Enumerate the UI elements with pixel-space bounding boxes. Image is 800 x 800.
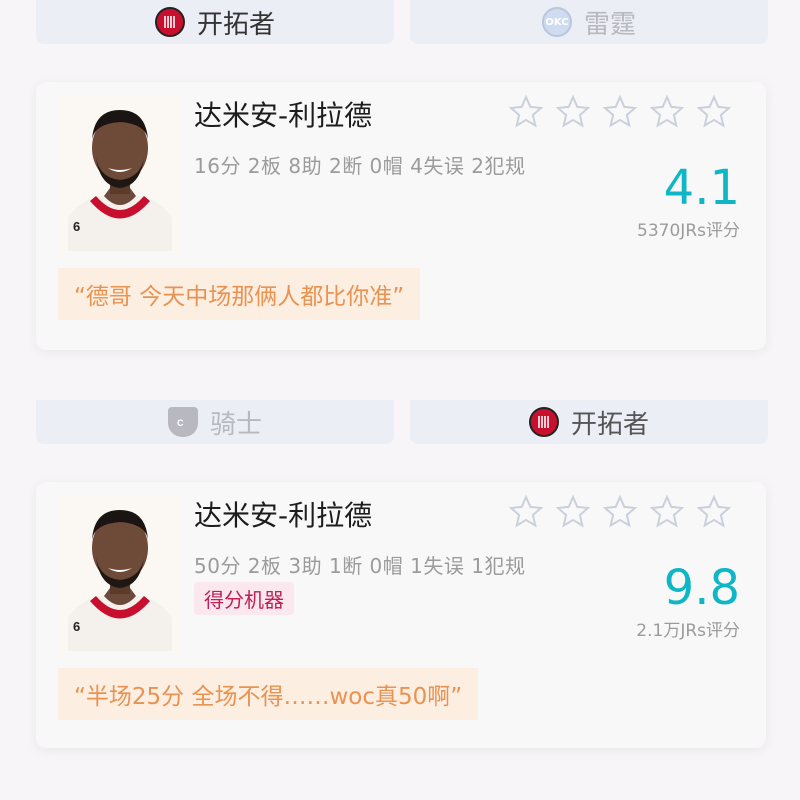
team-name: 雷霆 <box>583 9 636 40</box>
star-icon[interactable] <box>602 494 638 530</box>
player-photo: 6 <box>60 496 180 651</box>
vote-count: 2.1万JRs评分 <box>636 621 740 641</box>
average-score: 4.1 <box>663 160 740 216</box>
player-rating-card[interactable]: 6 达米安-利拉德 50分 2板 3助 1断 0帽 1失误 1犯规 得分机器 9… <box>36 482 766 748</box>
star-icon[interactable] <box>555 94 591 130</box>
team-tab-blazers[interactable]: 开拓者 <box>36 0 394 44</box>
thunder-logo-icon: OKC <box>541 7 572 37</box>
star-rating-input[interactable] <box>508 94 732 130</box>
rating-section-1: 开拓者 OKC 雷霆 6 达米安-利拉德 16分 2板 8助 2断 0帽 4失误… <box>0 0 800 370</box>
team-name: 开拓者 <box>570 409 649 440</box>
star-icon[interactable] <box>555 494 591 530</box>
star-icon[interactable] <box>508 494 544 530</box>
star-rating-input[interactable] <box>508 494 732 530</box>
star-icon[interactable] <box>696 94 732 130</box>
average-score: 9.8 <box>663 560 740 616</box>
star-icon[interactable] <box>508 94 544 130</box>
star-icon[interactable] <box>696 494 732 530</box>
vote-count: 5370JRs评分 <box>637 221 740 241</box>
player-rating-card[interactable]: 6 达米安-利拉德 16分 2板 8助 2断 0帽 4失误 2犯规 4.1 53… <box>36 82 766 350</box>
player-name: 达米安-利拉德 <box>194 99 373 132</box>
svg-text:C: C <box>177 418 184 428</box>
team-name: 开拓者 <box>196 9 275 40</box>
top-comment[interactable]: “德哥 今天中场那俩人都比你准” <box>58 268 421 320</box>
svg-text:6: 6 <box>73 219 80 234</box>
player-stats: 50分 2板 3助 1断 0帽 1失误 1犯规 <box>194 554 526 578</box>
player-stats: 16分 2板 8助 2断 0帽 4失误 2犯规 <box>194 154 526 178</box>
player-name: 达米安-利拉德 <box>194 499 373 532</box>
blazers-logo-icon <box>528 407 559 437</box>
rating-section-2: C 骑士 开拓者 6 达米安-利拉德 50分 2板 3助 1断 0帽 1失误 1… <box>0 400 800 760</box>
blazers-logo-icon <box>154 7 185 37</box>
team-tab-blazers[interactable]: 开拓者 <box>410 400 768 444</box>
top-comment[interactable]: “半场25分 全场不得……woc真50啊” <box>58 668 479 720</box>
player-photo: 6 <box>60 96 180 251</box>
team-tab-thunder[interactable]: OKC 雷霆 <box>410 0 768 44</box>
star-icon[interactable] <box>649 494 685 530</box>
star-icon[interactable] <box>649 94 685 130</box>
svg-text:6: 6 <box>73 619 80 634</box>
team-tab-cavaliers[interactable]: C 骑士 <box>36 400 394 444</box>
team-name: 骑士 <box>209 409 262 440</box>
player-tag-badge: 得分机器 <box>194 582 294 615</box>
star-icon[interactable] <box>602 94 638 130</box>
cavaliers-logo-icon: C <box>167 407 198 437</box>
